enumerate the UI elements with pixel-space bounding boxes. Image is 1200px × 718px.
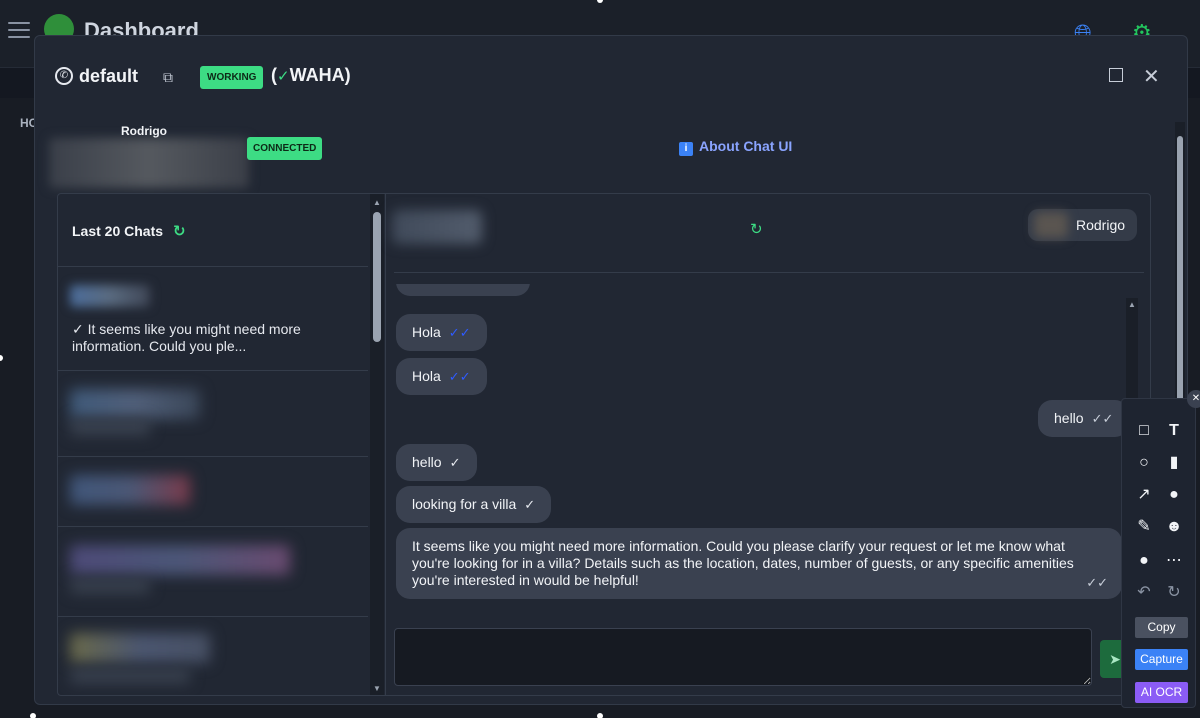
refresh-chats-icon[interactable]: ↻	[173, 223, 186, 240]
message-bubble: hello ✓	[396, 444, 477, 481]
scroll-up-icon[interactable]: ▲	[1128, 300, 1136, 309]
check-icon: ✓	[449, 455, 461, 470]
chat-list-item[interactable]	[58, 526, 368, 616]
about-chat-ui-link[interactable]: i About Chat UI	[679, 138, 792, 156]
about-link-label: About Chat UI	[699, 138, 793, 154]
screenshot-toolbar: □ T ○ ▮ ↗ ● ✎ ☻ ● ⋯ ↶ ↻ Copy Capture AI …	[1121, 398, 1196, 708]
drop-icon[interactable]: ●	[1132, 549, 1156, 573]
pencil-icon[interactable]: ✎	[1132, 515, 1156, 539]
double-check-icon: ✓✓	[1086, 575, 1108, 590]
contact-blurred	[70, 545, 290, 575]
scroll-down-icon[interactable]: ▼	[373, 684, 381, 693]
comment-icon[interactable]: ▮	[1162, 451, 1186, 475]
double-check-icon: ✓✓	[448, 369, 471, 384]
text-icon[interactable]: T	[1162, 419, 1186, 443]
emoji-icon[interactable]: ☻	[1162, 515, 1186, 539]
circle-icon[interactable]: ○	[1132, 451, 1156, 475]
preview-blurred	[70, 419, 150, 435]
contact-blurred	[70, 633, 210, 663]
modal-header: ✆ default ⧉ WORKING (✓WAHA) ✕	[35, 36, 1187, 116]
scrollbar-thumb[interactable]	[1177, 136, 1183, 436]
message-bubble-long: It seems like you might need more inform…	[396, 528, 1122, 599]
menu-icon[interactable]	[8, 22, 30, 40]
message-text: looking for a villa	[412, 496, 517, 512]
message-text: Hola	[412, 368, 441, 384]
chats-list-panel: Last 20 Chats ↻ ✓ It seems like you might…	[58, 194, 386, 695]
message-input[interactable]	[394, 628, 1092, 686]
copy-icon[interactable]: ⧉	[163, 69, 173, 86]
arrow-icon[interactable]: ↗	[1132, 483, 1156, 507]
conversation-contact-blurred	[392, 210, 482, 244]
contact-blurred	[70, 389, 200, 419]
message-text: Hola	[412, 324, 441, 340]
chats-header-label: Last 20 Chats	[72, 223, 164, 239]
preview-blurred	[70, 669, 190, 683]
chat-list-item[interactable]: ✓ It seems like you might need more info…	[58, 266, 368, 370]
check-icon: ✓	[72, 321, 88, 337]
chat-preview-text: It seems like you might need more inform…	[72, 321, 301, 354]
chat-list-item[interactable]	[58, 616, 368, 695]
check-icon: ✓	[524, 497, 536, 512]
profile-avatar-blurred	[49, 138, 249, 188]
message-bubble-partial	[396, 284, 530, 296]
connection-badge: CONNECTED	[247, 137, 323, 160]
double-check-icon: ✓✓	[448, 325, 471, 340]
selection-handle[interactable]	[597, 713, 603, 718]
current-user-name: Rodrigo	[1076, 217, 1126, 233]
session-name: default	[79, 66, 139, 86]
more-icon[interactable]: ⋯	[1162, 549, 1186, 573]
current-user-chip: Rodrigo	[1028, 209, 1138, 241]
chat-list-item[interactable]	[58, 370, 368, 456]
undo-icon[interactable]: ↶	[1132, 581, 1156, 605]
scroll-up-icon[interactable]: ▲	[373, 198, 381, 207]
chat-list-item[interactable]	[58, 456, 368, 526]
whatsapp-icon: ✆	[55, 67, 73, 85]
send-icon: ➤	[1109, 651, 1121, 667]
message-text: hello	[412, 454, 442, 470]
copy-button[interactable]: Copy	[1135, 617, 1188, 638]
divider	[394, 272, 1144, 273]
engine-name: WAHA)	[289, 65, 351, 85]
contact-name-blurred	[70, 285, 150, 307]
message-text: It seems like you might need more inform…	[412, 538, 1074, 588]
info-icon: i	[679, 142, 693, 156]
contact-blurred	[70, 475, 190, 505]
message-bubble: Hola ✓✓	[396, 314, 487, 351]
info-icon[interactable]: ●	[1162, 483, 1186, 507]
message-bubble: looking for a villa ✓	[396, 486, 552, 523]
expand-icon[interactable]	[1109, 68, 1123, 82]
avatar	[1034, 212, 1068, 238]
chat-preview: ✓ It seems like you might need more info…	[72, 321, 362, 355]
preview-blurred	[70, 579, 150, 593]
ai-ocr-button[interactable]: AI OCR	[1135, 682, 1188, 703]
message-bubble: Hola ✓✓	[396, 358, 487, 395]
message-bubble-outgoing: hello ✓✓	[1038, 400, 1130, 437]
check-circle-icon: ✓	[277, 68, 290, 85]
selection-handle[interactable]	[30, 713, 36, 718]
rectangle-icon[interactable]: □	[1132, 419, 1156, 443]
chat-container: Last 20 Chats ↻ ✓ It seems like you might…	[57, 193, 1151, 696]
scrollbar-thumb[interactable]	[373, 212, 381, 342]
status-badge: WORKING	[200, 66, 264, 89]
close-icon[interactable]: ✕	[1143, 64, 1160, 89]
session-modal: ✆ default ⧉ WORKING (✓WAHA) ✕ Rodrigo CO…	[34, 35, 1188, 705]
redo-icon[interactable]: ↻	[1162, 581, 1186, 605]
engine-label: (✓WAHA)	[271, 65, 351, 86]
chats-scrollbar[interactable]: ▲ ▼	[370, 194, 384, 695]
refresh-messages-icon[interactable]: ↻	[750, 220, 763, 238]
messages-list: Hola ✓✓ Hola ✓✓ hello ✓✓ hello ✓ looking for…	[388, 284, 1138, 614]
message-text: hello	[1054, 410, 1084, 426]
conversation-panel: ↻ Rodrigo Hola ✓✓ Hola ✓✓ hello ✓✓ hello ✓	[388, 194, 1150, 695]
close-toolbar-icon[interactable]: ✕	[1187, 390, 1200, 408]
profile-name: Rodrigo	[121, 124, 167, 138]
double-check-icon: ✓✓	[1091, 411, 1114, 426]
chats-header: Last 20 Chats ↻	[72, 222, 186, 240]
capture-button[interactable]: Capture	[1135, 649, 1188, 670]
